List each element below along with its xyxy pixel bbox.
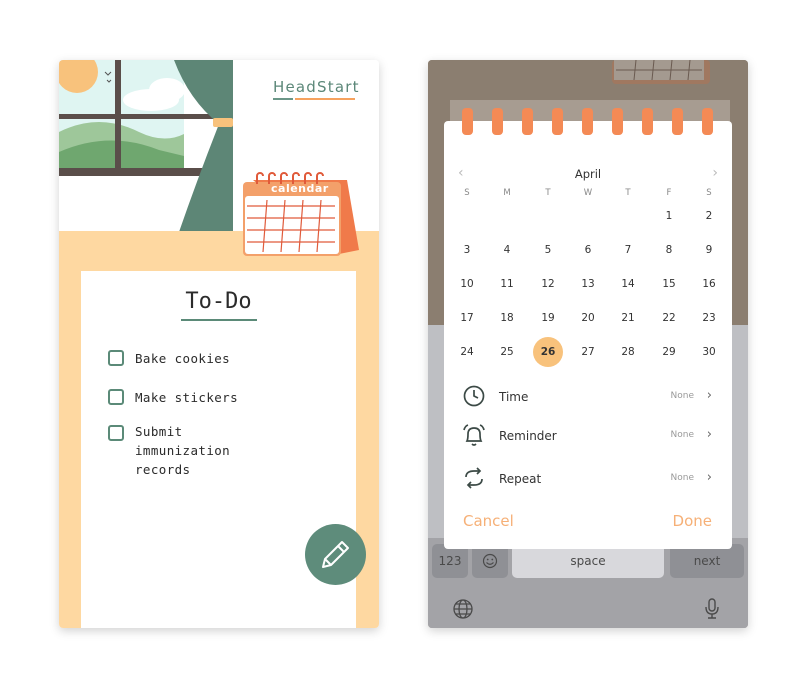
option-label: Repeat bbox=[499, 472, 542, 486]
calendar-day[interactable]: 2 bbox=[694, 201, 724, 231]
brand-underline-accent bbox=[295, 98, 355, 100]
bell-icon bbox=[463, 424, 485, 446]
calendar-day[interactable]: 20 bbox=[573, 303, 603, 333]
task-label: Make stickers bbox=[135, 390, 239, 405]
option-value: None bbox=[670, 430, 694, 440]
calendar-day[interactable]: 23 bbox=[694, 303, 724, 333]
calendar-day[interactable]: 17 bbox=[452, 303, 482, 333]
calendar-day[interactable]: 3 bbox=[452, 235, 482, 265]
calendar-day[interactable]: 24 bbox=[452, 337, 482, 367]
calendar-day[interactable]: 4 bbox=[492, 235, 522, 265]
selected-day[interactable]: 26 bbox=[533, 337, 563, 367]
weekday-label: W bbox=[583, 188, 593, 198]
time-option[interactable]: Time None › bbox=[462, 384, 716, 410]
task-label: Submit immunization records bbox=[135, 424, 231, 477]
calendar-day[interactable]: 27 bbox=[573, 337, 603, 367]
calendar-day[interactable]: 30 bbox=[694, 337, 724, 367]
month-label: April bbox=[574, 167, 602, 181]
calendar-day[interactable]: 22 bbox=[654, 303, 684, 333]
calendar-day[interactable]: 15 bbox=[654, 269, 684, 299]
repeat-icon bbox=[465, 467, 483, 489]
page-title: To-Do bbox=[185, 289, 252, 314]
dimmed-calendar-icon bbox=[612, 60, 710, 84]
calendar-day[interactable]: 9 bbox=[694, 235, 724, 265]
weekday-label: F bbox=[666, 188, 672, 198]
calendar-day[interactable]: 7 bbox=[613, 235, 643, 265]
calendar-day[interactable]: 11 bbox=[492, 269, 522, 299]
calendar-day[interactable]: 1 bbox=[654, 201, 684, 231]
weekday-label: M bbox=[503, 188, 511, 198]
todo-screen: HeadStart calendar To-Do Bake cookies Ma… bbox=[59, 60, 379, 628]
option-label: Time bbox=[499, 390, 529, 404]
calendar-day[interactable]: 5 bbox=[533, 235, 563, 265]
month-header: ‹ April › bbox=[444, 165, 732, 185]
title-underline bbox=[181, 319, 257, 321]
date-picker-dialog: ‹ April › S M T W T F S 1 2 3 4 5 6 7 8 9 10 11 12 1… bbox=[444, 108, 732, 549]
numbers-key[interactable]: 123 bbox=[432, 544, 468, 578]
chevron-right-icon: › bbox=[706, 427, 712, 442]
calendar-day[interactable]: 29 bbox=[654, 337, 684, 367]
edit-fab-button[interactable] bbox=[305, 524, 366, 585]
task-label: Bake cookies bbox=[135, 351, 231, 366]
space-key[interactable]: space bbox=[512, 544, 664, 578]
option-value: None bbox=[670, 473, 694, 483]
emoji-key[interactable] bbox=[472, 544, 508, 578]
reminder-option[interactable]: Reminder None › bbox=[462, 423, 716, 449]
calendar-day[interactable]: 28 bbox=[613, 337, 643, 367]
pencil-icon bbox=[322, 541, 349, 568]
weekday-label: S bbox=[464, 188, 470, 198]
weekday-label: T bbox=[625, 188, 631, 198]
chevron-right-icon: › bbox=[706, 388, 712, 403]
calendar-day[interactable]: 6 bbox=[573, 235, 603, 265]
option-value: None bbox=[670, 391, 694, 401]
weekday-label: S bbox=[706, 188, 712, 198]
date-picker-screen: 123 space next ‹ April › S M T W T F S 1… bbox=[428, 60, 748, 628]
task-item[interactable]: Submit immunization records bbox=[108, 422, 285, 479]
task-item[interactable]: Bake cookies bbox=[108, 349, 285, 368]
brand-underline bbox=[273, 98, 293, 100]
globe-icon[interactable] bbox=[452, 598, 474, 620]
calendar-day[interactable]: 18 bbox=[492, 303, 522, 333]
spiral-binding bbox=[462, 108, 713, 135]
calendar-day[interactable]: 8 bbox=[654, 235, 684, 265]
calendar-day[interactable]: 19 bbox=[533, 303, 563, 333]
calendar-day[interactable]: 13 bbox=[573, 269, 603, 299]
desk-calendar-label: calendar bbox=[271, 182, 329, 195]
calendar-day[interactable]: 10 bbox=[452, 269, 482, 299]
task-checkbox[interactable] bbox=[108, 350, 124, 366]
option-label: Reminder bbox=[499, 429, 557, 443]
clock-icon bbox=[463, 385, 485, 407]
task-item[interactable]: Make stickers bbox=[108, 388, 285, 407]
done-button[interactable]: Done bbox=[673, 512, 712, 530]
chevron-right-icon: › bbox=[706, 470, 712, 485]
task-checkbox[interactable] bbox=[108, 389, 124, 405]
calendar-day[interactable]: 14 bbox=[613, 269, 643, 299]
repeat-option[interactable]: Repeat None › bbox=[462, 466, 716, 492]
calendar-day[interactable]: 21 bbox=[613, 303, 643, 333]
weekday-label: T bbox=[545, 188, 551, 198]
calendar-day[interactable]: 12 bbox=[533, 269, 563, 299]
next-key[interactable]: next bbox=[670, 544, 744, 578]
calendar-day[interactable]: 16 bbox=[694, 269, 724, 299]
cancel-button[interactable]: Cancel bbox=[463, 512, 514, 530]
brand-logo: HeadStart bbox=[273, 78, 360, 96]
calendar-day[interactable]: 25 bbox=[492, 337, 522, 367]
task-checkbox[interactable] bbox=[108, 425, 124, 441]
next-month-button[interactable]: › bbox=[712, 165, 718, 181]
microphone-icon[interactable] bbox=[702, 597, 722, 621]
emoji-icon bbox=[482, 553, 498, 569]
